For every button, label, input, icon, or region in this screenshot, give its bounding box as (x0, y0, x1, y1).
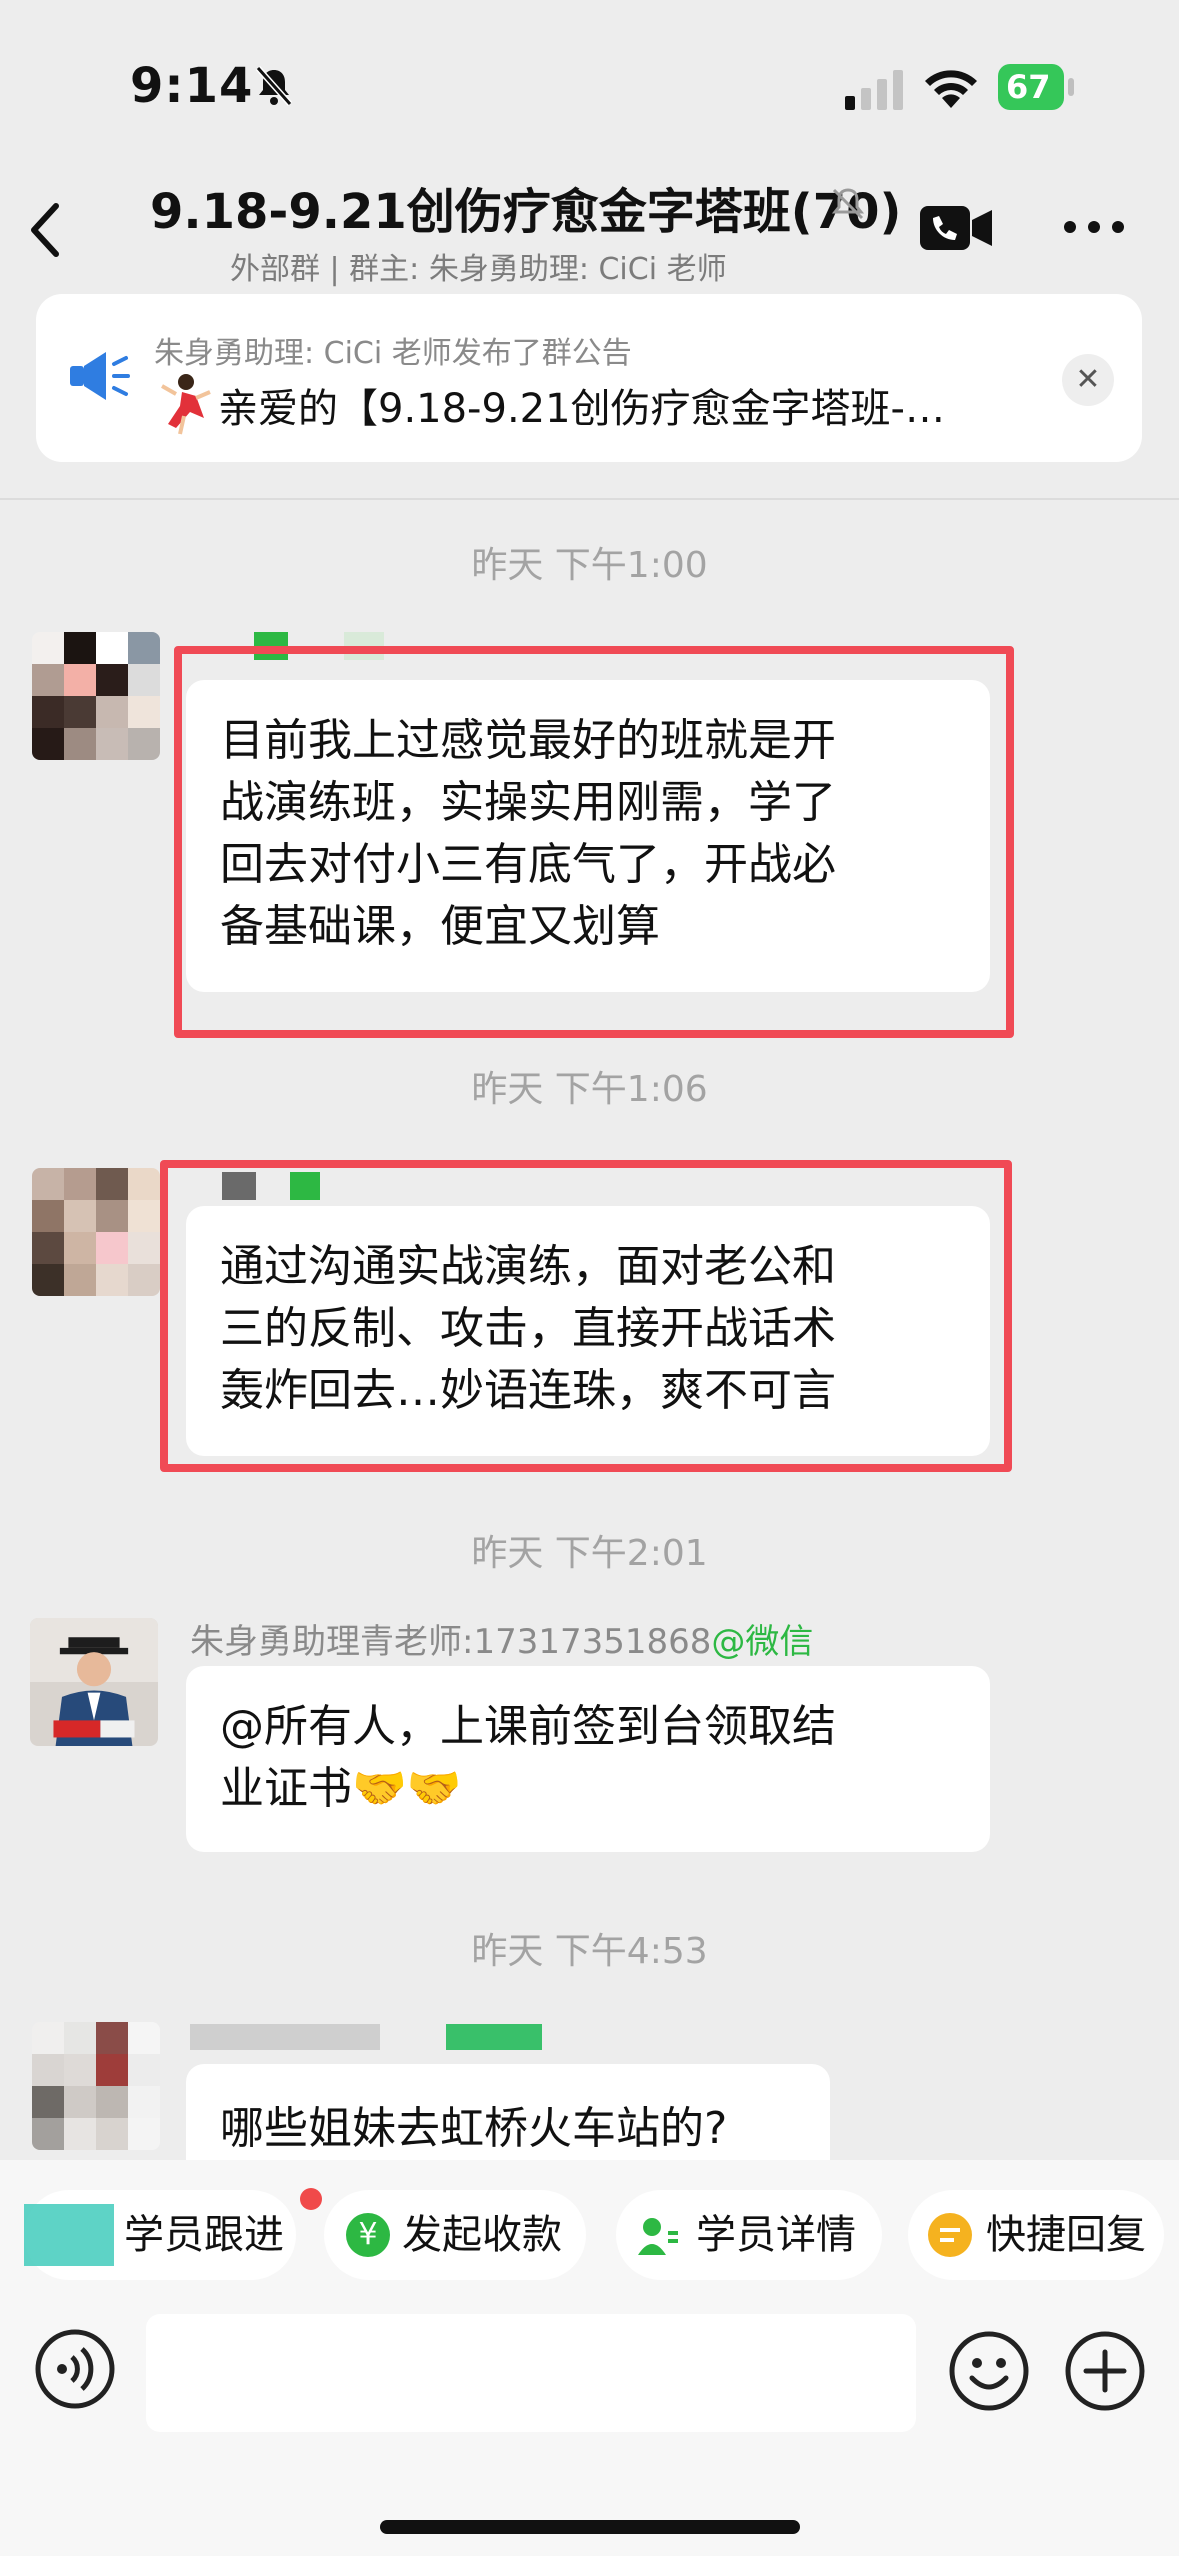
video-call-icon[interactable] (918, 200, 994, 256)
voice-icon[interactable] (34, 2328, 116, 2410)
chip-quick-reply[interactable]: 快捷回复 (908, 2190, 1164, 2280)
sender-name: 朱身勇助理青老师:17317351868@微信 (190, 1614, 813, 1663)
message-timestamp: 昨天 下午1:00 (471, 545, 708, 586)
signal-icon (845, 70, 903, 110)
close-icon[interactable]: ✕ (1062, 354, 1114, 406)
announcement-body: 亲爱的【9.18-9.21创伤疗愈金字塔班-… (218, 386, 945, 432)
sender-name-blurred (446, 2024, 542, 2050)
highlight-box (174, 646, 1014, 1038)
chip-label: 快捷回复 (986, 2212, 1146, 2258)
more-icon[interactable] (1062, 212, 1126, 242)
home-indicator (380, 2520, 800, 2534)
highlight-box (160, 1160, 1012, 1472)
quick-reply-icon (928, 2213, 972, 2257)
sender-name-blurred (190, 2024, 380, 2050)
message-line: 哪些姐妹去虹桥火车站的? (220, 2103, 728, 2154)
emoji-icon[interactable] (948, 2330, 1030, 2412)
message-timestamp: 昨天 下午4:53 (471, 1931, 708, 1972)
chip-student-detail[interactable]: 学员详情 (616, 2190, 882, 2280)
back-icon[interactable] (26, 200, 66, 260)
plus-icon[interactable] (1064, 2330, 1146, 2412)
mute-icon (831, 188, 865, 220)
chip-student-followup[interactable]: 学员跟进 (24, 2188, 322, 2280)
yen-icon: ¥ (346, 2213, 390, 2257)
message-bubble[interactable]: @所有人，上课前签到台领取结 业证书🤝🤝 (186, 1666, 990, 1852)
bell-slash-icon (255, 66, 293, 106)
battery-indicator: 67 (998, 64, 1078, 110)
avatar[interactable] (32, 632, 160, 760)
divider (0, 498, 1179, 500)
announcement-title: 朱身勇助理: CiCi 老师发布了群公告 (154, 336, 632, 371)
chip-label: 学员详情 (696, 2212, 856, 2258)
user-icon (638, 2218, 678, 2255)
chip-icon-blurred (24, 2204, 114, 2266)
avatar[interactable] (30, 1618, 158, 1746)
battery-level: 67 (998, 64, 1064, 110)
dancer-emoji-icon (161, 374, 211, 435)
chip-start-payment[interactable]: ¥ 发起收款 (324, 2190, 586, 2280)
speaker-icon (70, 352, 130, 400)
sender-source: @微信 (711, 1622, 814, 1662)
message-line: @所有人，上课前签到台领取结 (220, 1701, 836, 1752)
message-timestamp: 昨天 下午2:01 (471, 1533, 708, 1574)
status-time: 9:14 (130, 58, 254, 114)
chip-label: 学员跟进 (124, 2212, 284, 2258)
message-line: 业证书🤝🤝 (220, 1763, 462, 1814)
wifi-icon (925, 70, 977, 108)
chat-subtitle: 外部群 | 群主: 朱身勇助理: CiCi 老师 (230, 252, 727, 287)
avatar[interactable] (32, 1168, 160, 1296)
notification-dot (300, 2188, 322, 2210)
chip-label: 发起收款 (402, 2212, 562, 2258)
avatar[interactable] (32, 2022, 160, 2150)
message-timestamp: 昨天 下午1:06 (471, 1069, 708, 1110)
sender-name-text: 朱身勇助理青老师:17317351868 (190, 1622, 712, 1662)
chat-title: 9.18-9.21创伤疗愈金字塔班(70) (150, 184, 902, 240)
message-input[interactable] (146, 2314, 916, 2432)
